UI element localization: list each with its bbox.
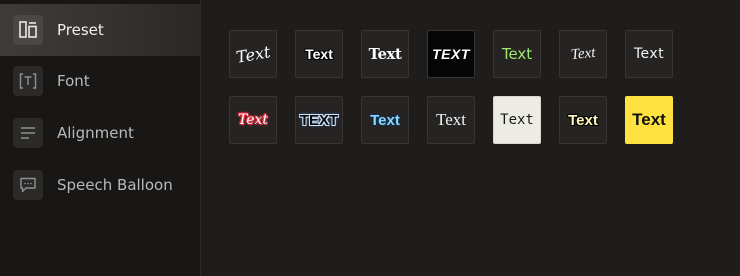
sidebar-item-alignment[interactable]: Alignment bbox=[0, 107, 200, 159]
preset-sample: Text bbox=[234, 41, 272, 67]
sidebar: Preset Font Alignment Speech Balloon bbox=[0, 0, 201, 276]
preset-tile-script-white[interactable]: Text bbox=[229, 30, 277, 78]
font-icon bbox=[13, 66, 43, 96]
preset-sample: Text bbox=[237, 112, 269, 128]
preset-sample: Text bbox=[632, 110, 666, 129]
preset-sample: Text bbox=[501, 45, 533, 63]
preset-sample: Text bbox=[368, 45, 402, 63]
preset-sample: TEXT bbox=[432, 46, 470, 62]
preset-tile-thin-script-white[interactable]: Text bbox=[559, 30, 607, 78]
preset-sample: TEXT bbox=[299, 111, 339, 129]
alignment-icon bbox=[13, 118, 43, 148]
speech-balloon-icon bbox=[13, 170, 43, 200]
preset-tile-blackletter-white[interactable]: Text bbox=[361, 30, 409, 78]
preset-sample: Text bbox=[633, 46, 665, 62]
preset-sample: Text bbox=[568, 111, 598, 129]
preset-panel: Text Text Text TEXT Text Text Text Text … bbox=[201, 0, 740, 276]
preset-tile-green-sans[interactable]: Text bbox=[493, 30, 541, 78]
sidebar-item-preset[interactable]: Preset bbox=[0, 4, 200, 56]
sidebar-item-label: Alignment bbox=[57, 124, 134, 142]
preset-sample: Text bbox=[370, 111, 400, 129]
preset-tile-light-blue-bold[interactable]: Text bbox=[361, 96, 409, 144]
preset-tile-serif-white[interactable]: Text bbox=[427, 96, 475, 144]
preset-sample: Text bbox=[500, 112, 534, 128]
preset-icon bbox=[13, 15, 43, 45]
sidebar-item-label: Speech Balloon bbox=[57, 176, 173, 194]
preset-tile-mono-on-cream[interactable]: Text bbox=[493, 96, 541, 144]
sidebar-item-font[interactable]: Font bbox=[0, 55, 200, 107]
preset-tile-heavy-blue-outline[interactable]: TEXT bbox=[295, 96, 343, 144]
preset-sample: Text bbox=[569, 44, 596, 63]
preset-tile-light-sans-white[interactable]: Text bbox=[625, 30, 673, 78]
preset-tile-black-on-yellow[interactable]: Text bbox=[625, 96, 673, 144]
preset-sample: Text bbox=[436, 110, 466, 129]
preset-tile-bold-italic-on-black[interactable]: TEXT bbox=[427, 30, 475, 78]
sidebar-item-speech-balloon[interactable]: Speech Balloon bbox=[0, 159, 200, 211]
preset-tile-red-script-glow[interactable]: Text bbox=[229, 96, 277, 144]
sidebar-item-label: Font bbox=[57, 72, 90, 90]
preset-sample: Text bbox=[305, 46, 333, 62]
sidebar-item-label: Preset bbox=[57, 21, 104, 39]
preset-tile-outline-white[interactable]: Text bbox=[295, 30, 343, 78]
preset-tile-yellow-bold-outline[interactable]: Text bbox=[559, 96, 607, 144]
